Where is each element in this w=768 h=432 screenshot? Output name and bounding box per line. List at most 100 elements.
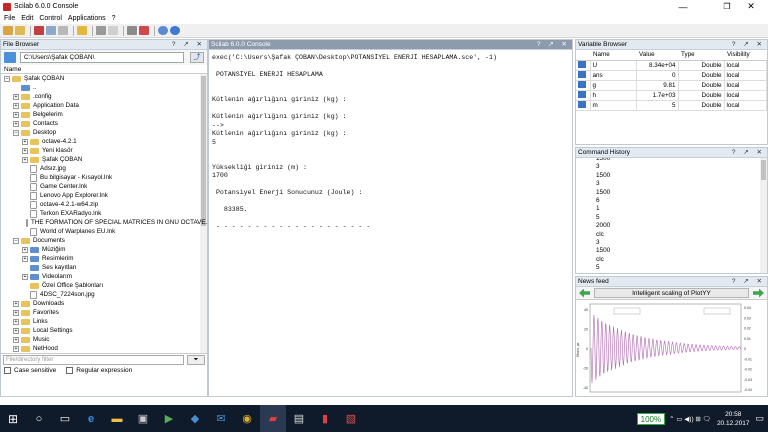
xcos-icon[interactable] bbox=[139, 26, 149, 35]
history-entry[interactable]: 1 bbox=[596, 205, 767, 213]
panel-controls[interactable]: ? ↗ ✕ bbox=[172, 40, 205, 48]
tree-item[interactable]: Ses kayıtları bbox=[1, 263, 207, 272]
task-view-icon[interactable]: ▭ bbox=[52, 405, 78, 432]
expand-toggle-icon[interactable]: + bbox=[13, 111, 19, 118]
pdf-reader-icon[interactable]: ▮ bbox=[312, 405, 338, 432]
expand-toggle-icon[interactable]: – bbox=[4, 75, 10, 82]
change-directory-icon[interactable] bbox=[77, 26, 87, 35]
tree-item[interactable]: + Videolarım bbox=[1, 272, 207, 281]
column-header-value[interactable]: Value bbox=[636, 50, 678, 61]
expand-toggle-icon[interactable]: + bbox=[22, 156, 28, 163]
panel-controls[interactable]: ? ↗ ✕ bbox=[537, 40, 570, 48]
print-icon[interactable] bbox=[96, 26, 106, 35]
tree-item[interactable]: + Local Settings bbox=[1, 326, 207, 335]
tree-item[interactable]: Özel Office Şablonları bbox=[1, 281, 207, 290]
tree-item[interactable]: – Desktop bbox=[1, 128, 207, 137]
tree-item[interactable]: THE FORMATION OF SPECIAL MATRICES IN GNU… bbox=[1, 218, 207, 227]
menu-applications[interactable]: Applications bbox=[68, 15, 106, 22]
expand-toggle-icon[interactable]: + bbox=[22, 255, 28, 262]
variable-row[interactable]: g 9.81 Double local bbox=[576, 80, 767, 91]
close-button[interactable]: ✕ bbox=[734, 0, 768, 13]
expand-toggle-icon[interactable]: + bbox=[13, 309, 19, 316]
tree-item[interactable]: + Music bbox=[1, 335, 207, 344]
tree-item[interactable]: Game Center.lnk bbox=[1, 182, 207, 191]
expand-toggle-icon[interactable]: + bbox=[13, 318, 19, 325]
history-entry[interactable]: 2000 bbox=[596, 222, 767, 230]
expand-toggle-icon[interactable]: – bbox=[13, 237, 19, 244]
tree-item[interactable]: + Müziğim bbox=[1, 245, 207, 254]
up-directory-button[interactable]: ⤴ bbox=[190, 52, 204, 63]
expand-toggle-icon[interactable]: – bbox=[13, 129, 19, 136]
tree-item[interactable]: + Favorites bbox=[1, 308, 207, 317]
history-entry[interactable]: clc bbox=[596, 256, 767, 264]
column-header-name[interactable]: Name bbox=[590, 50, 636, 61]
tree-item[interactable]: + octave-4.2.1 bbox=[1, 137, 207, 146]
regex-checkbox[interactable] bbox=[66, 367, 74, 374]
browse-folder-icon[interactable] bbox=[4, 52, 16, 63]
expand-toggle-icon[interactable]: + bbox=[13, 327, 19, 334]
paste-icon[interactable] bbox=[58, 26, 68, 35]
mail-icon[interactable]: ✉ bbox=[208, 405, 234, 432]
console-output[interactable]: exec('C:\Users\Şafak ÇOBAN\Desktop\POTAN… bbox=[209, 50, 572, 236]
app-icon-2[interactable]: ▧ bbox=[338, 405, 364, 432]
expand-toggle-icon[interactable]: + bbox=[22, 273, 28, 280]
tree-item[interactable]: + Downloads bbox=[1, 299, 207, 308]
tree-item[interactable]: – Şafak ÇOBAN bbox=[1, 74, 207, 83]
path-input[interactable]: C:\Users\Şafak ÇOBAN\ bbox=[20, 52, 184, 63]
tree-item[interactable]: Adsız.jpg bbox=[1, 164, 207, 173]
tree-item[interactable]: + Contacts bbox=[1, 119, 207, 128]
file-explorer-icon[interactable]: ▬ bbox=[104, 405, 130, 432]
store-icon[interactable]: ▣ bbox=[130, 405, 156, 432]
tree-item[interactable]: Terkon EXARadyo.lnk bbox=[1, 209, 207, 218]
history-entry[interactable]: 5 bbox=[596, 264, 767, 272]
battery-percent[interactable]: 100% bbox=[636, 412, 666, 425]
app-icon[interactable]: ◆ bbox=[182, 405, 208, 432]
panel-controls[interactable]: ? ↗ ✕ bbox=[732, 40, 765, 48]
files-icon[interactable]: ▤ bbox=[286, 405, 312, 432]
open-file-icon[interactable] bbox=[15, 26, 25, 35]
history-entry[interactable]: 3 bbox=[596, 163, 767, 171]
notification-icon[interactable]: ▭ bbox=[755, 413, 764, 424]
case-sensitive-checkbox[interactable] bbox=[4, 367, 11, 374]
column-header-type[interactable]: Type bbox=[678, 50, 724, 61]
tree-item[interactable]: – Documents bbox=[1, 236, 207, 245]
help-browser-icon[interactable] bbox=[170, 26, 180, 35]
tree-item[interactable]: + Yeni klasör bbox=[1, 146, 207, 155]
tree-item[interactable]: 4DSC_7224son.jpg bbox=[1, 290, 207, 299]
history-entry[interactable]: 1500 bbox=[596, 172, 767, 180]
expand-toggle-icon[interactable]: + bbox=[13, 102, 19, 109]
history-entry[interactable]: 1500 bbox=[596, 189, 767, 197]
tree-item[interactable]: + Şafak ÇOBAN bbox=[1, 155, 207, 164]
tree-item[interactable]: + Links bbox=[1, 317, 207, 326]
expand-toggle-icon[interactable]: + bbox=[13, 336, 19, 343]
tree-item[interactable]: + NetHood bbox=[1, 344, 207, 353]
chrome-icon[interactable]: ◉ bbox=[234, 405, 260, 432]
tree-item[interactable]: .. bbox=[1, 83, 207, 92]
history-entry[interactable]: 3 bbox=[596, 239, 767, 247]
menu-file[interactable]: File bbox=[4, 15, 15, 22]
scilab-taskbar-icon[interactable]: ▰ bbox=[260, 405, 286, 432]
minimize-button[interactable]: — bbox=[666, 0, 700, 13]
scrollbar-thumb[interactable] bbox=[761, 160, 766, 180]
cut-icon[interactable] bbox=[34, 26, 44, 35]
panel-controls[interactable]: ? ↗ ✕ bbox=[732, 148, 765, 156]
tree-item[interactable]: Bu bilgisayar - Kısayol.lnk bbox=[1, 173, 207, 182]
history-entry[interactable]: 1500 bbox=[596, 247, 767, 255]
expand-toggle-icon[interactable]: + bbox=[13, 345, 19, 352]
variable-row[interactable]: U 8.34e+04 Double local bbox=[576, 60, 767, 71]
windows-start-icon[interactable]: ⊞ bbox=[0, 405, 26, 432]
tree-item[interactable]: + Belgelerim bbox=[1, 110, 207, 119]
menu-edit[interactable]: Edit bbox=[21, 15, 33, 22]
history-entry[interactable]: clc bbox=[596, 231, 767, 239]
expand-toggle-icon[interactable]: + bbox=[22, 147, 28, 154]
news-headline[interactable]: Intelligent scaling of PlotYY bbox=[594, 288, 749, 298]
clock[interactable]: 20:58 20.12.2017 bbox=[717, 410, 750, 428]
tree-item[interactable]: + Resimlerim bbox=[1, 254, 207, 263]
expand-toggle-icon[interactable]: + bbox=[13, 300, 19, 307]
panel-controls[interactable]: ? ↗ ✕ bbox=[732, 277, 765, 285]
tree-item[interactable]: + Application Data bbox=[1, 101, 207, 110]
next-arrow-icon[interactable] bbox=[753, 288, 764, 298]
new-script-icon[interactable] bbox=[3, 26, 13, 35]
media-player-icon[interactable]: ▶ bbox=[156, 405, 182, 432]
menu-help[interactable]: ? bbox=[112, 15, 116, 22]
